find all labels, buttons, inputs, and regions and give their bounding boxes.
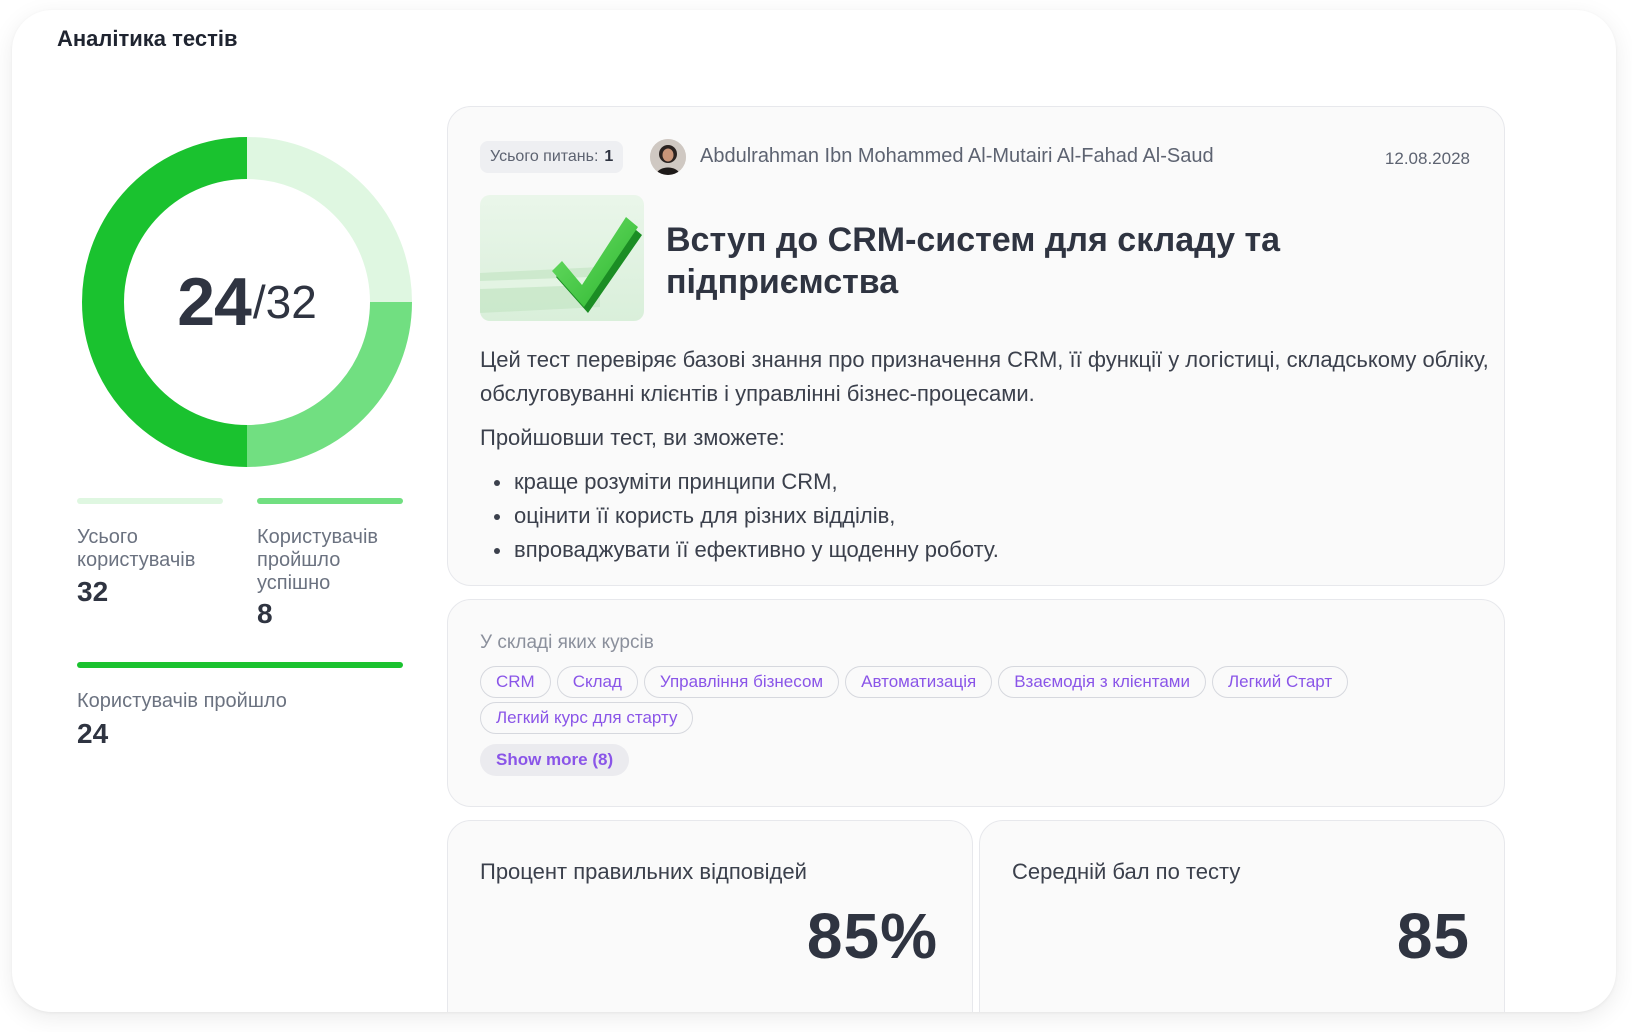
courses-label: У складі яких курсів: [480, 632, 654, 653]
test-outcomes-list: краще розуміти принципи CRM, оцінити її …: [480, 465, 1490, 567]
analytics-card: Аналітика тестів 24 / 32 Усього користув…: [12, 10, 1616, 1012]
passed-value: 24: [77, 718, 109, 749]
total-users-legend-bar: [77, 498, 223, 504]
author-name[interactable]: Abdulrahman Ibn Mohammed Al-Mutairi Al-F…: [700, 145, 1214, 168]
average-score-panel: Середній бал по тесту 85: [979, 820, 1505, 1012]
test-description-text: Цей тест перевіряє базові знання про при…: [480, 347, 1489, 406]
show-more-courses-button[interactable]: Show more (8): [480, 744, 630, 776]
passed-label: Користувачів пройшло: [77, 690, 287, 712]
courses-panel: У складі яких курсів CRM Склад Управлінн…: [447, 599, 1505, 807]
users-donut-chart: 24 / 32: [77, 132, 417, 472]
course-chip[interactable]: Легкий курс для старту: [480, 702, 694, 734]
outcome-item: впроваджувати її ефективно у щоденну роб…: [480, 533, 1490, 567]
course-chip[interactable]: Легкий Старт: [1211, 666, 1349, 698]
test-date: 12.08.2028: [1384, 149, 1470, 168]
passed-successfully-label: Користувачів пройшло успішно: [257, 526, 379, 594]
outcome-item: краще розуміти принципи CRM,: [480, 465, 1490, 499]
donut-passed-count: 24: [177, 264, 252, 340]
course-chip[interactable]: Взаємодія з клієнтами: [998, 666, 1206, 698]
questions-count-value: 1: [604, 148, 614, 165]
course-chip[interactable]: Управління бізнесом: [643, 666, 840, 698]
correct-answers-value: 85%: [806, 900, 938, 972]
course-chip[interactable]: Склад: [556, 666, 638, 698]
course-chip[interactable]: Автоматизація: [845, 666, 993, 698]
average-score-value: 85: [1396, 900, 1470, 972]
total-users-label: Усього користувачів: [77, 526, 196, 571]
passed-legend-bar: [77, 662, 403, 668]
page-title: Аналітика тестів: [57, 26, 238, 51]
passed-successfully-legend-bar: [257, 498, 403, 504]
author-avatar[interactable]: [650, 139, 686, 175]
test-thumbnail-checkmark-icon: [480, 195, 644, 321]
correct-answers-panel: Процент правильних відповідей 85%: [447, 820, 973, 1012]
test-outcomes-intro: Пройшовши тест, ви зможете:: [480, 425, 785, 450]
test-description: Цей тест перевіряє базові знання про при…: [480, 343, 1490, 567]
total-users-value: 32: [77, 576, 109, 607]
outcome-item: оцінити її користь для різних відділів,: [480, 499, 1490, 533]
donut-total-count: 32: [265, 276, 317, 328]
donut-center-label: 24 / 32: [77, 132, 417, 472]
donut-separator: /: [252, 276, 266, 328]
passed-successfully-value: 8: [257, 598, 273, 629]
questions-count-badge: Усього питань: 1: [480, 141, 624, 173]
test-info-panel: Усього питань: 1 Abdulrahman Ibn Mohamme…: [447, 106, 1505, 586]
course-chip[interactable]: CRM: [480, 666, 551, 698]
average-score-label: Середній бал по тесту: [1012, 859, 1241, 884]
test-title: Вступ до CRM-систем для складу та підпри…: [666, 221, 1281, 301]
questions-count-label: Усього питань:: [490, 148, 599, 165]
correct-answers-label: Процент правильних відповідей: [480, 859, 807, 884]
course-chips: CRM Склад Управління бізнесом Автоматиза…: [480, 666, 1480, 734]
